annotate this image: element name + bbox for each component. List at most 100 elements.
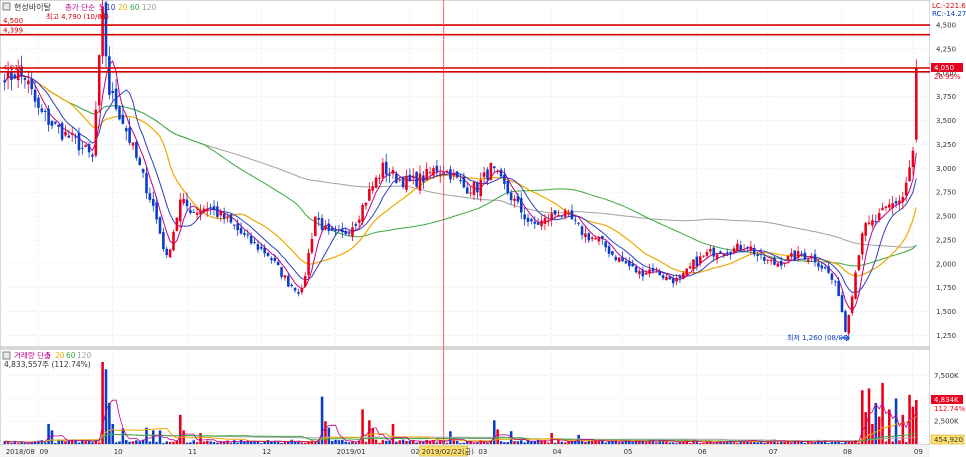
- candle-body: [158, 217, 162, 234]
- candle-body: [871, 220, 874, 226]
- volume-bar: [671, 442, 675, 444]
- candle-body: [256, 244, 260, 250]
- candle-body: [692, 259, 695, 270]
- candle-body: [570, 210, 574, 220]
- current-price-pct: 26.95%: [934, 73, 961, 81]
- candle-body: [43, 110, 47, 113]
- volume-bar: [560, 441, 564, 444]
- volume-bar: [381, 440, 385, 444]
- volume-bar: [422, 441, 425, 444]
- candle-body: [246, 234, 250, 236]
- legend-ma120[interactable]: 120: [142, 3, 157, 12]
- candle-body: [354, 224, 358, 226]
- date-tick-label: 2019/01: [337, 448, 366, 456]
- candle-body: [888, 204, 891, 208]
- legend-ma5[interactable]: 5: [99, 3, 104, 12]
- volume-bar: [455, 440, 459, 444]
- volume-bar: [341, 440, 344, 444]
- legend-ma20[interactable]: 20: [118, 3, 128, 12]
- candle-body: [314, 216, 317, 236]
- volume-bar: [124, 440, 128, 444]
- volume-bar: [864, 412, 867, 444]
- candle-body: [310, 239, 314, 253]
- volume-bar: [384, 440, 388, 444]
- stock-name: 현성바이탈: [14, 2, 51, 12]
- candle-body: [594, 238, 597, 240]
- candle-body: [695, 256, 699, 267]
- candle-body: [644, 272, 648, 275]
- volume-bar: [533, 441, 537, 444]
- candle-body: [219, 211, 223, 216]
- volume-bar: [324, 421, 327, 444]
- candle-body: [489, 162, 493, 180]
- candle-body: [719, 251, 722, 254]
- candle-body: [337, 229, 341, 231]
- candle-body: [128, 127, 131, 143]
- candle-body: [50, 121, 54, 126]
- legend-ma60[interactable]: 60: [130, 3, 140, 12]
- volume-bar: [621, 441, 624, 444]
- price-tick-label: 2,750: [936, 189, 956, 197]
- candle-body: [790, 253, 793, 257]
- candle-body: [634, 266, 638, 273]
- volume-bar: [557, 440, 560, 444]
- candle-body: [513, 198, 516, 201]
- candle-body: [783, 262, 786, 264]
- candle-body: [590, 237, 594, 240]
- volume-bar: [499, 441, 503, 444]
- volume-bar: [77, 442, 81, 444]
- volume-bar: [675, 442, 678, 444]
- candle-body: [60, 122, 64, 140]
- candle-body: [574, 219, 577, 221]
- candle-body: [199, 210, 202, 215]
- volume-bar: [195, 442, 199, 444]
- volume-bar: [398, 440, 402, 444]
- candle-body: [560, 215, 564, 217]
- volume-bar: [894, 398, 898, 444]
- panel-toggle-icon[interactable]: [2, 2, 11, 11]
- date-tick-label: 02: [411, 448, 420, 456]
- legend-ma10[interactable]: 10: [106, 3, 116, 12]
- stock-chart[interactable]: 4,5004,3994,010 1,2501,5001,7502,0002,25…: [0, 0, 966, 457]
- volume-panel-toggle-icon[interactable]: [2, 351, 11, 360]
- volume-bar: [698, 442, 702, 444]
- vol-legend-ma60[interactable]: 60: [66, 351, 76, 360]
- volume-bar: [185, 442, 189, 444]
- volume-bar: [506, 441, 510, 444]
- candle-body: [405, 175, 408, 190]
- candle-body: [874, 221, 878, 223]
- volume-bar: [459, 443, 462, 444]
- candle-body: [806, 259, 810, 262]
- candle-body: [631, 263, 634, 267]
- candle-body: [347, 233, 351, 235]
- candle-body: [148, 193, 152, 200]
- volume-bar: [364, 441, 368, 444]
- volume-bar: [702, 442, 705, 444]
- price-tick-label: 1,500: [936, 308, 956, 316]
- vol-legend-ma20[interactable]: 20: [55, 351, 65, 360]
- price-legend-label[interactable]: 종가 단순: [65, 2, 95, 12]
- candle-body: [374, 177, 378, 188]
- candle-body: [330, 227, 334, 231]
- hline-label: 4,500: [3, 17, 23, 25]
- date-tick-label: 09: [39, 448, 48, 456]
- price-panel[interactable]: [0, 0, 931, 348]
- vol-legend-ma5[interactable]: 5: [46, 351, 51, 360]
- volume-bar: [303, 442, 307, 444]
- candle-body: [641, 270, 645, 277]
- vol-legend-ma120[interactable]: 120: [77, 351, 92, 360]
- candle-body: [763, 256, 766, 261]
- candle-body: [854, 272, 857, 299]
- candle-body: [398, 179, 402, 181]
- candle-body: [614, 256, 618, 260]
- candle-body: [476, 182, 479, 193]
- volume-bar: [891, 441, 894, 444]
- candle-body: [317, 217, 320, 220]
- candle-body: [752, 248, 756, 255]
- candle-body: [81, 147, 84, 149]
- candle-body: [287, 275, 290, 287]
- candle-body: [881, 208, 884, 211]
- candle-body: [391, 169, 395, 174]
- candle-body: [84, 145, 88, 147]
- volume-bar: [540, 440, 543, 444]
